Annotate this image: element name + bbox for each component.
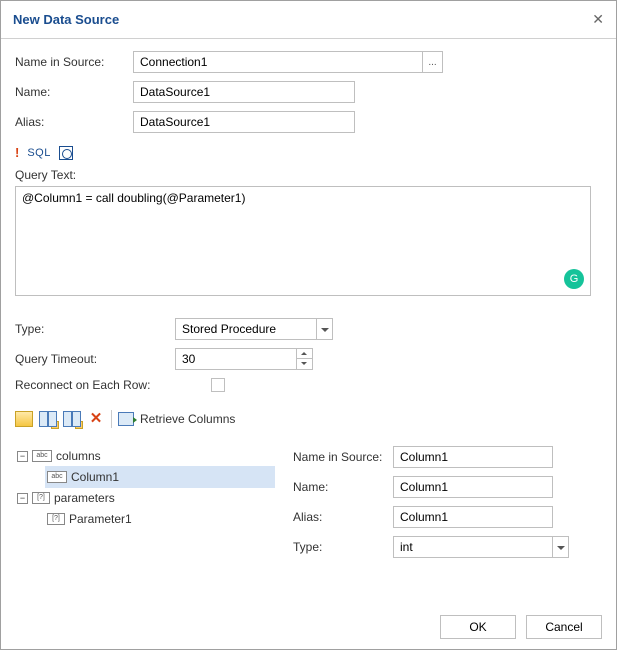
input-timeout[interactable] xyxy=(175,348,297,370)
spinner-timeout xyxy=(175,348,313,370)
titlebar: New Data Source ✕ xyxy=(1,1,616,39)
row-reconnect: Reconnect on Each Row: xyxy=(15,378,602,392)
row-type: Type: xyxy=(15,318,602,340)
spinner-up-icon[interactable] xyxy=(297,348,313,359)
label-alias: Alias: xyxy=(15,115,133,129)
tree-label-columns: columns xyxy=(56,449,101,463)
collapse-icon[interactable]: − xyxy=(17,451,28,462)
label-reconnect: Reconnect on Each Row: xyxy=(15,378,175,392)
parameters-group-icon: [?] xyxy=(32,492,50,504)
col-input-alias[interactable] xyxy=(393,506,553,528)
label-name-in-source: Name in Source: xyxy=(15,55,133,69)
label-type: Type: xyxy=(15,322,175,336)
columns-tree: − abc columns abc Column1 − [?] paramete… xyxy=(15,446,275,566)
mid-form: Type: Query Timeout: Reconnect on Each xyxy=(15,318,602,392)
col-input-name[interactable] xyxy=(393,476,553,498)
input-alias[interactable] xyxy=(133,111,355,133)
browse-button[interactable]: ... xyxy=(423,51,443,73)
close-icon[interactable]: ✕ xyxy=(592,11,604,28)
spinner-buttons xyxy=(297,348,313,370)
col-label-name-in-source: Name in Source: xyxy=(293,450,393,464)
sql-preview-icon[interactable] xyxy=(59,146,73,160)
col-label-type: Type: xyxy=(293,540,393,554)
checkbox-reconnect[interactable] xyxy=(211,378,225,392)
tree-node-parameters[interactable]: − [?] parameters xyxy=(15,488,275,508)
dialog: New Data Source ✕ Name in Source: ... Na… xyxy=(0,0,617,650)
tree-label-column1: Column1 xyxy=(71,470,119,484)
input-name[interactable] xyxy=(133,81,355,103)
chevron-down-icon[interactable] xyxy=(317,318,333,340)
cancel-button[interactable]: Cancel xyxy=(526,615,602,639)
label-timeout: Query Timeout: xyxy=(15,352,175,366)
dialog-title: New Data Source xyxy=(13,12,119,27)
col-label-name: Name: xyxy=(293,480,393,494)
col-label-alias: Alias: xyxy=(293,510,393,524)
col-row-name-in-source: Name in Source: xyxy=(293,446,602,468)
grammarly-icon[interactable]: G xyxy=(564,269,584,289)
new-column-icon[interactable]: + xyxy=(39,411,57,427)
row-alias: Alias: xyxy=(15,111,602,133)
label-name: Name: xyxy=(15,85,133,99)
label-query-text: Query Text: xyxy=(15,168,602,182)
textarea-query[interactable]: @Column1 = call doubling(@Parameter1) xyxy=(16,187,590,295)
column-icon: abc xyxy=(47,471,67,483)
tree-node-column1[interactable]: abc Column1 xyxy=(45,466,275,488)
spinner-down-icon[interactable] xyxy=(297,359,313,370)
tree-node-parameter1[interactable]: [?] Parameter1 xyxy=(45,508,275,530)
open-dictionary-icon[interactable] xyxy=(15,411,33,427)
select-type[interactable] xyxy=(175,318,333,340)
columns-group-icon: abc xyxy=(32,450,52,462)
col-input-name-in-source[interactable] xyxy=(393,446,553,468)
tree-label-parameter1: Parameter1 xyxy=(69,512,132,526)
column-properties: Name in Source: Name: Alias: Type: xyxy=(293,446,602,566)
warning-icon: ! xyxy=(15,145,19,160)
row-name-in-source: Name in Source: ... xyxy=(15,51,602,73)
tree-label-parameters: parameters xyxy=(54,491,115,505)
dialog-body: Name in Source: ... Name: Alias: ! SQL Q… xyxy=(1,39,616,605)
ok-button[interactable]: OK xyxy=(440,615,516,639)
col-row-type: Type: xyxy=(293,536,602,558)
col-row-name: Name: xyxy=(293,476,602,498)
chevron-down-icon[interactable] xyxy=(553,536,569,558)
sql-bar: ! SQL xyxy=(15,145,602,160)
col-row-alias: Alias: xyxy=(293,506,602,528)
col-select-type-input[interactable] xyxy=(393,536,553,558)
col-select-type[interactable] xyxy=(393,536,569,558)
toolbar-separator xyxy=(111,410,112,428)
new-parameter-icon[interactable]: ? xyxy=(63,411,81,427)
lower-pane: − abc columns abc Column1 − [?] paramete… xyxy=(15,446,602,566)
row-name: Name: xyxy=(15,81,602,103)
input-name-in-source[interactable] xyxy=(133,51,423,73)
tree-node-columns[interactable]: − abc columns xyxy=(15,446,275,466)
query-text-container: @Column1 = call doubling(@Parameter1) G xyxy=(15,186,591,296)
columns-toolbar: + ? ✕ Retrieve Columns xyxy=(15,410,602,436)
delete-icon[interactable]: ✕ xyxy=(87,411,105,427)
retrieve-columns-button[interactable]: Retrieve Columns xyxy=(140,412,235,426)
sql-label: SQL xyxy=(27,147,51,159)
select-type-input[interactable] xyxy=(175,318,317,340)
parameter-icon: [?] xyxy=(47,513,65,525)
dialog-footer: OK Cancel xyxy=(1,605,616,649)
collapse-icon[interactable]: − xyxy=(17,493,28,504)
retrieve-columns-icon[interactable] xyxy=(118,412,134,426)
row-timeout: Query Timeout: xyxy=(15,348,602,370)
